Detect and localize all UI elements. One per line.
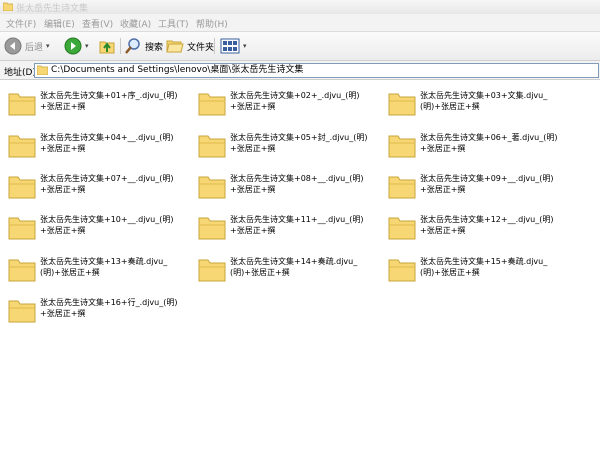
back-button[interactable]: 后退 ▾ [4,36,50,56]
folder-name: 张太岳先生诗文集+05+封_.djvu_(明)+张居正+撰 [230,133,368,153]
folder-icon [198,176,226,199]
folder-item[interactable]: 张太岳先生诗文集+03+文集.djvu_(明)+张居正+撰 [382,86,567,126]
views-button[interactable]: ▾ [220,36,247,56]
up-button[interactable] [98,36,116,56]
folder-icon [8,259,36,282]
folder-icon [8,176,36,199]
title-bar: 张太岳先生诗文集 [0,0,600,15]
folder-item[interactable]: 张太岳先生诗文集+07+__.djvu_(明)+张居正+撰 [2,169,187,209]
folder-item[interactable]: 张太岳先生诗文集+10+__.djvu_(明)+张居正+撰 [2,210,187,250]
folder-icon [198,93,226,116]
folder-item[interactable]: 张太岳先生诗文集+05+封_.djvu_(明)+张居正+撰 [192,128,377,168]
chevron-down-icon: ▾ [85,42,89,50]
menu-view[interactable]: 查看(V) [82,17,113,30]
menu-bar: 文件(F) 编辑(E) 查看(V) 收藏(A) 工具(T) 帮助(H) [0,14,600,32]
folder-icon [8,217,36,240]
folder-icon [8,300,36,323]
address-label: 地址(D) [4,68,36,78]
folder-icon [388,135,416,158]
search-label: 搜索 [145,42,164,53]
folder-name: 张太岳先生诗文集+08+__.djvu_(明)+张居正+撰 [230,174,364,194]
address-bar: 地址(D) C:\Documents and Settings\lenovo\桌… [0,61,600,80]
toolbar-separator [120,38,121,54]
menu-tools[interactable]: 工具(T) [158,17,189,30]
folder-name: 张太岳先生诗文集+14+奏疏.djvu_(明)+张居正+撰 [230,257,358,277]
folder-item[interactable]: 张太岳先生诗文集+01+序_.djvu_(明)+张居正+撰 [2,86,187,126]
folder-item[interactable]: 张太岳先生诗文集+09+__.djvu_(明)+张居正+撰 [382,169,567,209]
folder-icon [198,217,226,240]
folder-item[interactable]: 张太岳先生诗文集+14+奏疏.djvu_(明)+张居正+撰 [192,252,377,292]
views-icon [220,38,240,54]
folder-name: 张太岳先生诗文集+16+行_.djvu_(明)+张居正+撰 [40,298,178,318]
folder-name: 张太岳先生诗文集+09+__.djvu_(明)+张居正+撰 [420,174,554,194]
forward-arrow-icon [64,37,82,55]
search-button[interactable]: 搜索 [124,36,163,56]
folder-icon [198,135,226,158]
folder-name: 张太岳先生诗文集+07+__.djvu_(明)+张居正+撰 [40,174,174,194]
folder-name: 张太岳先生诗文集+15+奏疏.djvu_(明)+张居正+撰 [420,257,548,277]
folder-name: 张太岳先生诗文集+03+文集.djvu_(明)+张居正+撰 [420,91,548,111]
folder-icon [8,135,36,158]
folder-item[interactable]: 张太岳先生诗文集+12+__.djvu_(明)+张居正+撰 [382,210,567,250]
folder-icon [388,259,416,282]
toolbar-separator [214,38,215,54]
menu-edit[interactable]: 编辑(E) [44,17,75,30]
folder-icon [388,217,416,240]
folder-up-icon [99,41,115,54]
folder-icon [3,2,13,11]
chevron-down-icon: ▾ [46,42,50,50]
chevron-down-icon: ▾ [243,42,247,50]
back-arrow-icon [4,37,22,55]
folder-item[interactable]: 张太岳先生诗文集+15+奏疏.djvu_(明)+张居正+撰 [382,252,567,292]
folder-item[interactable]: 张太岳先生诗文集+08+__.djvu_(明)+张居正+撰 [192,169,377,209]
menu-file[interactable]: 文件(F) [6,17,36,30]
folder-item[interactable]: 张太岳先生诗文集+16+行_.djvu_(明)+张居正+撰 [2,293,187,333]
back-label: 后退 [25,42,44,53]
address-path: C:\Documents and Settings\lenovo\桌面\张太岳先… [51,65,304,75]
menu-help[interactable]: 帮助(H) [196,17,228,30]
folder-name: 张太岳先生诗文集+02+_.djvu_(明)+张居正+撰 [230,91,360,111]
search-icon [125,38,140,54]
folder-item[interactable]: 张太岳先生诗文集+11+__.djvu_(明)+张居正+撰 [192,210,377,250]
folder-item[interactable]: 张太岳先生诗文集+04+__.djvu_(明)+张居正+撰 [2,128,187,168]
folder-name: 张太岳先生诗文集+12+__.djvu_(明)+张居正+撰 [420,215,554,235]
folder-name: 张太岳先生诗文集+13+奏疏.djvu_(明)+张居正+撰 [40,257,168,277]
address-input[interactable]: C:\Documents and Settings\lenovo\桌面\张太岳先… [34,63,599,78]
toolbar: 后退 ▾ ▾ 搜索 文件夹 ▾ [0,32,600,61]
folder-item[interactable]: 张太岳先生诗文集+06+_著.djvu_(明)+张居正+撰 [382,128,567,168]
folder-icon [8,93,36,116]
folders-icon [166,40,184,53]
menu-favorites[interactable]: 收藏(A) [120,17,151,30]
folder-name: 张太岳先生诗文集+11+__.djvu_(明)+张居正+撰 [230,215,364,235]
folder-item[interactable]: 张太岳先生诗文集+13+奏疏.djvu_(明)+张居正+撰 [2,252,187,292]
file-list: 张太岳先生诗文集+01+序_.djvu_(明)+张居正+撰 张太岳先生诗文集+0… [0,80,600,450]
folder-icon [37,65,48,75]
folder-icon [388,176,416,199]
folder-name: 张太岳先生诗文集+10+__.djvu_(明)+张居正+撰 [40,215,174,235]
folders-button[interactable]: 文件夹 [166,36,214,56]
folder-name: 张太岳先生诗文集+01+序_.djvu_(明)+张居正+撰 [40,91,178,111]
folder-icon [198,259,226,282]
folders-label: 文件夹 [187,42,215,53]
window-title: 张太岳先生诗文集 [16,4,89,14]
folder-icon [388,93,416,116]
folder-name: 张太岳先生诗文集+04+__.djvu_(明)+张居正+撰 [40,133,174,153]
folder-name: 张太岳先生诗文集+06+_著.djvu_(明)+张居正+撰 [420,133,558,153]
forward-button[interactable]: ▾ [64,36,89,56]
folder-item[interactable]: 张太岳先生诗文集+02+_.djvu_(明)+张居正+撰 [192,86,377,126]
